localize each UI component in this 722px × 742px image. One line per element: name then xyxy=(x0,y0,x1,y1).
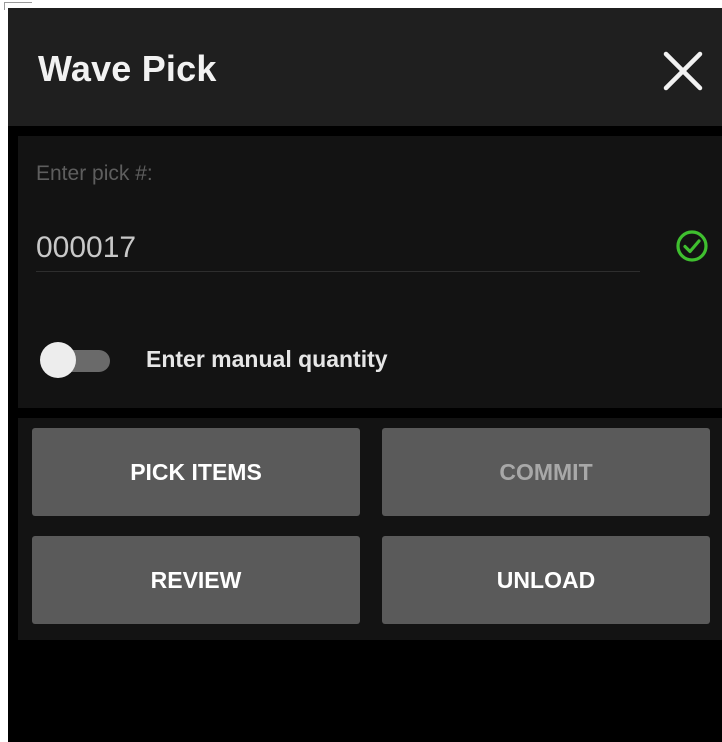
manual-quantity-toggle[interactable] xyxy=(40,342,112,378)
app-header: Wave Pick xyxy=(8,8,722,126)
unload-button[interactable]: UNLOAD xyxy=(382,536,710,624)
app-screen: Wave Pick Enter pick #: Enter manual qua… xyxy=(8,8,722,742)
pick-number-input[interactable] xyxy=(36,224,640,272)
pick-items-button[interactable]: PICK ITEMS xyxy=(32,428,360,516)
screenshot-frame: Wave Pick Enter pick #: Enter manual qua… xyxy=(0,0,722,742)
pick-number-label: Enter pick #: xyxy=(36,162,153,185)
check-circle-icon xyxy=(676,230,708,262)
pick-entry-panel: Enter pick #: Enter manual quantity xyxy=(18,136,722,408)
action-button-panel: PICK ITEMS COMMIT REVIEW UNLOAD xyxy=(18,418,722,640)
close-button[interactable] xyxy=(658,46,708,96)
close-icon xyxy=(663,51,703,91)
review-button[interactable]: REVIEW xyxy=(32,536,360,624)
page-title: Wave Pick xyxy=(38,48,217,89)
toggle-thumb xyxy=(40,342,76,378)
commit-button[interactable]: COMMIT xyxy=(382,428,710,516)
manual-quantity-label: Enter manual quantity xyxy=(146,346,388,372)
